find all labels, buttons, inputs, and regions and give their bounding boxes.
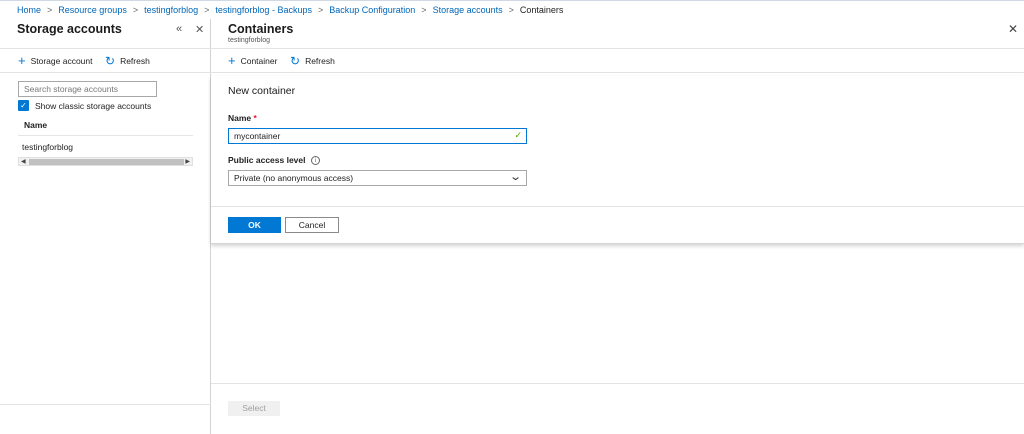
plus-icon: + [18, 53, 26, 68]
blade-subtitle: testingforblog [228, 37, 271, 44]
name-label-text: Name [228, 113, 252, 123]
container-name-input[interactable]: mycontainer ✓ [228, 128, 527, 144]
new-container-panel: New container Name * mycontainer ✓ Publi… [211, 76, 1024, 244]
close-icon[interactable]: ✕ [1008, 22, 1018, 36]
blade-title: Containers [228, 22, 294, 36]
add-container-button[interactable]: + Container [228, 53, 278, 68]
breadcrumb: Home > Resource groups > testingforblog … [0, 0, 1024, 19]
divider [0, 72, 211, 73]
divider [211, 48, 1024, 49]
chevron-right-icon: > [47, 5, 53, 15]
chevron-right-icon: > [317, 5, 324, 15]
access-level-value: Private (no anonymous access) [234, 173, 354, 183]
refresh-label: Refresh [305, 56, 335, 66]
breadcrumb-resource-groups[interactable]: Resource groups [58, 5, 127, 15]
access-level-select[interactable]: Private (no anonymous access) ⌄ [228, 170, 527, 186]
breadcrumb-backups[interactable]: testingforblog - Backups [215, 5, 312, 15]
show-classic-label: Show classic storage accounts [35, 101, 152, 111]
column-header-name: Name [24, 120, 48, 130]
divider [0, 404, 211, 405]
refresh-icon: ↻ [290, 54, 301, 68]
refresh-icon: ↻ [105, 54, 116, 68]
refresh-label: Refresh [120, 56, 150, 66]
select-button[interactable]: Select [228, 401, 280, 416]
chevron-right-icon: > [204, 5, 210, 15]
add-storage-account-label: Storage account [30, 56, 93, 66]
divider [18, 135, 193, 136]
ok-button[interactable]: OK [228, 217, 281, 233]
chevron-down-icon: ⌄ [508, 171, 522, 183]
storage-accounts-blade: Storage accounts « ✕ + Storage account ↻… [0, 19, 211, 434]
scrollbar-thumb[interactable] [29, 159, 184, 165]
divider [211, 72, 1024, 73]
containers-blade: Containers testingforblog ✕ + Container … [211, 19, 1024, 434]
add-storage-account-button[interactable]: + Storage account [18, 53, 93, 68]
divider [211, 383, 1024, 384]
chevron-right-icon: > [132, 5, 139, 15]
add-container-label: Container [240, 56, 278, 66]
divider [211, 206, 1024, 207]
access-level-label: Public access level i [228, 155, 320, 166]
breadcrumb-home[interactable]: Home [17, 5, 41, 15]
required-marker: * [253, 113, 257, 123]
refresh-button[interactable]: ↻ Refresh [105, 54, 150, 68]
breadcrumb-current: Containers [519, 5, 564, 15]
info-icon[interactable]: i [310, 156, 320, 166]
list-item[interactable]: testingforblog [22, 142, 73, 152]
container-name-value: mycontainer [234, 131, 281, 141]
collapse-icon[interactable]: « [176, 23, 182, 35]
chevron-right-icon: > [508, 5, 514, 15]
breadcrumb-backup-configuration[interactable]: Backup Configuration [329, 5, 415, 15]
search-storage-accounts-input[interactable]: Search storage accounts [18, 81, 157, 97]
breadcrumb-resource-group[interactable]: testingforblog [144, 5, 198, 15]
plus-icon: + [228, 53, 236, 68]
horizontal-scrollbar[interactable]: ◀ ▶ [18, 157, 193, 166]
show-classic-checkbox[interactable]: ✓ [18, 100, 29, 111]
name-field-label: Name * [228, 113, 257, 123]
access-label-text: Public access level [228, 155, 306, 165]
panel-title: New container [228, 85, 296, 97]
blade-title: Storage accounts [17, 22, 122, 36]
scroll-left-icon[interactable]: ◀ [21, 158, 26, 166]
cancel-button[interactable]: Cancel [285, 217, 339, 233]
valid-check-icon: ✓ [514, 130, 522, 140]
close-icon[interactable]: ✕ [195, 23, 204, 36]
chevron-right-icon: > [421, 5, 427, 15]
breadcrumb-storage-accounts[interactable]: Storage accounts [433, 5, 503, 15]
scroll-right-icon[interactable]: ▶ [185, 158, 190, 166]
divider [0, 48, 211, 49]
refresh-button[interactable]: ↻ Refresh [290, 54, 335, 68]
